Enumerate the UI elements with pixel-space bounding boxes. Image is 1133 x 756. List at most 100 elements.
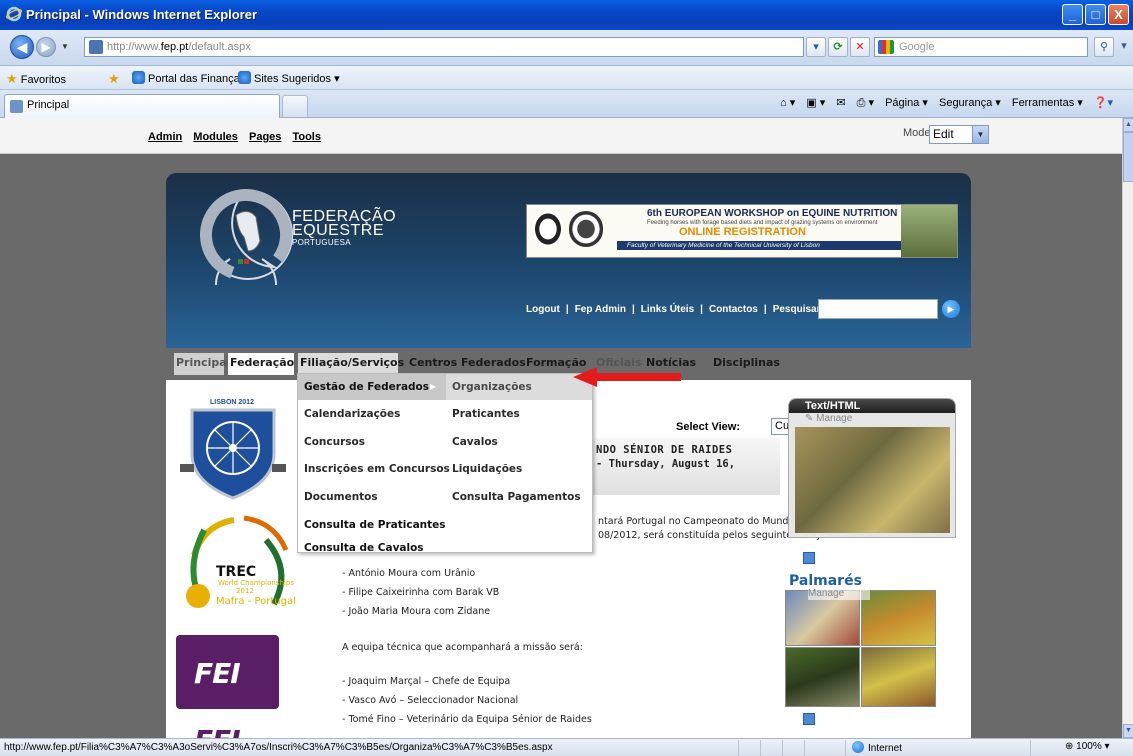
new-tab-button[interactable] — [282, 95, 308, 117]
trec-location: Mafra - Portugal — [216, 596, 296, 607]
submenu-item-concursos[interactable]: Concursos — [304, 436, 365, 448]
admin-link[interactable]: Admin — [148, 131, 182, 143]
url-domain: fep.pt — [160, 41, 189, 53]
pages-link[interactable]: Pages — [249, 131, 281, 143]
maximize-button[interactable]: □ — [1085, 4, 1106, 25]
tools-menu[interactable]: Ferramentas ▾ — [1012, 97, 1083, 109]
submenu-item-liquidacoes[interactable]: Liquidações — [452, 463, 522, 475]
security-menu[interactable]: Segurança ▾ — [939, 97, 1001, 109]
palmares-photo[interactable] — [861, 590, 936, 646]
lisbon-label: LISBON 2012 — [210, 399, 254, 406]
site-favicon-icon — [89, 40, 103, 54]
page-menu[interactable]: Página ▾ — [885, 97, 928, 109]
fep-admin-link[interactable]: Fep Admin — [575, 304, 626, 315]
red-arrow-annotation-icon — [573, 367, 681, 387]
site-search-go-icon[interactable]: ▶ — [942, 300, 960, 318]
site-search-input[interactable] — [818, 299, 938, 319]
module-settings-icon[interactable] — [803, 552, 815, 564]
menu-item-disciplinas[interactable]: Disciplinas — [711, 353, 780, 375]
equestrian-photo — [795, 427, 950, 533]
ie-page-icon — [238, 71, 251, 84]
menu-item-filiacao-servicos[interactable]: Filiação/Serviços — [298, 353, 404, 375]
favorite-link-portal-financas[interactable]: Portal das Finanças — [132, 71, 245, 85]
fei-label: FEI — [194, 657, 241, 690]
submenu-item-consulta-praticantes[interactable]: Consulta de Praticantes — [304, 519, 446, 531]
menu-item-principal[interactable]: Principal — [174, 353, 230, 375]
select-view-label: Select View: — [676, 421, 740, 433]
scroll-down-icon[interactable]: ▼ — [1123, 724, 1133, 738]
chevron-right-icon: ▶ — [429, 382, 436, 391]
submenu-item-consulta-pagamentos[interactable]: Consulta Pagamentos — [452, 491, 581, 503]
trec-subtitle: World Championships — [218, 579, 294, 587]
window-title: Principal - Windows Internet Explorer — [26, 7, 258, 22]
submenu-item-praticantes[interactable]: Praticantes — [452, 408, 520, 420]
favorite-link-sites-sugeridos[interactable]: Sites Sugeridos ▾ — [238, 71, 340, 85]
staff-item: - Joaquim Marçal – Chefe de Equipa — [342, 676, 511, 687]
scroll-up-icon[interactable]: ▲ — [1123, 118, 1133, 132]
toolbar-overflow-icon[interactable]: ▾ — [1117, 37, 1131, 57]
fei-logo-banner[interactable]: FEI — [176, 635, 279, 709]
favorites-button[interactable]: ★ Favoritos — [6, 71, 66, 87]
add-favorites-icon[interactable]: ★ — [108, 71, 120, 87]
header-links: Logout | Fep Admin | Links Úteis | Contactos | P… — [526, 304, 824, 315]
news-title-box: NDO SÉNIOR DE RAIDES - Thursday, August … — [588, 438, 780, 495]
close-button[interactable]: X — [1108, 4, 1129, 25]
mode-select[interactable]: Edit ▼ — [929, 125, 989, 144]
home-icon[interactable]: ⌂ ▾ — [780, 97, 795, 109]
address-dropdown-button[interactable]: ▾ — [806, 37, 826, 57]
pesquisar-label: Pesquisar: — [772, 304, 824, 315]
mail-icon[interactable]: ✉ — [836, 97, 845, 109]
trec-year: 2012 — [236, 587, 254, 595]
print-icon[interactable]: ⎙ ▾ — [857, 97, 874, 109]
submenu-item-gestao-federados[interactable]: Gestão de Federados ▶ — [298, 374, 446, 400]
palmares-photo[interactable] — [785, 647, 860, 707]
submenu-item-organizacoes[interactable]: Organizações — [446, 374, 592, 400]
security-zone[interactable]: Internet — [852, 741, 902, 754]
palmares-manage-link[interactable]: Manage — [808, 588, 870, 600]
control-panel-links: Admin Modules Pages Tools — [148, 131, 329, 143]
menu-item-federacao[interactable]: Federação — [228, 353, 295, 375]
logout-link[interactable]: Logout — [526, 304, 560, 315]
site-header: FEDERAÇÃO EQUESTRE PORTUGUESA 6th EUROPE… — [166, 173, 971, 348]
scroll-thumb[interactable] — [1123, 132, 1133, 182]
help-icon[interactable]: ❓▾ — [1094, 97, 1113, 109]
staff-item: - Tomé Fino – Veterinário da Equipa Séni… — [342, 714, 592, 725]
back-button[interactable]: ◀ — [10, 35, 34, 59]
search-placeholder: Google — [899, 41, 935, 53]
mode-label: Mode — [903, 127, 931, 139]
search-input[interactable]: Google — [874, 37, 1088, 57]
stop-button[interactable]: ✕ — [850, 37, 870, 57]
tools-link[interactable]: Tools — [292, 131, 321, 143]
feeds-icon[interactable]: ▣ ▾ — [806, 97, 825, 109]
status-url: http://www.fep.pt/Filia%C3%A7%C3%A3oServ… — [4, 742, 553, 753]
refresh-button[interactable]: ⟳ — [828, 37, 848, 57]
globe-icon — [852, 741, 864, 753]
menu-item-centros-federados[interactable]: Centros Federados — [407, 353, 526, 375]
submenu-item-consulta-cavalos[interactable]: Consulta de Cavalos — [304, 542, 424, 554]
submenu-item-documentos[interactable]: Documentos — [304, 491, 378, 503]
search-button[interactable]: ⚲ — [1094, 37, 1114, 57]
vertical-scrollbar[interactable]: ▲ ▼ — [1122, 118, 1133, 738]
filiacao-servicos-dropdown: Gestão de Federados ▶ Organizações Calen… — [297, 373, 593, 554]
submenu-item-calendarizacoes[interactable]: Calendarizações — [304, 408, 400, 420]
contactos-link[interactable]: Contactos — [709, 304, 758, 315]
zoom-level[interactable]: ⊕ 100% ▾ — [1065, 741, 1110, 752]
forward-button[interactable]: ▶ — [36, 37, 56, 57]
manage-link[interactable]: ✎ Manage — [805, 413, 852, 424]
lisbon-2012-badge-icon[interactable]: LISBON 2012 — [178, 392, 288, 504]
links-uteis-link[interactable]: Links Úteis — [641, 304, 694, 315]
modules-link[interactable]: Modules — [193, 131, 238, 143]
submenu-item-inscricoes-concursos[interactable]: Inscrições em Concursos — [304, 463, 450, 475]
tab-principal[interactable]: Principal — [4, 94, 280, 118]
palmares-photo[interactable] — [861, 647, 936, 707]
dnn-control-panel: Admin Modules Pages Tools Mode Edit ▼ — [0, 118, 1122, 154]
history-dropdown-icon[interactable]: ▼ — [61, 42, 69, 51]
fei-logo-banner-2[interactable]: FEI — [176, 720, 279, 738]
rider-item: - Filipe Caixeirinha com Barak VB — [342, 587, 500, 598]
workshop-banner[interactable]: 6th EUROPEAN WORKSHOP on EQUINE NUTRITIO… — [526, 204, 958, 258]
fep-horseshoe-logo-icon — [200, 189, 294, 285]
submenu-item-cavalos[interactable]: Cavalos — [452, 436, 498, 448]
module-settings-icon[interactable] — [803, 713, 815, 725]
minimize-button[interactable]: _ — [1062, 4, 1083, 25]
address-input[interactable]: http://www.fep.pt/default.aspx — [84, 37, 804, 57]
